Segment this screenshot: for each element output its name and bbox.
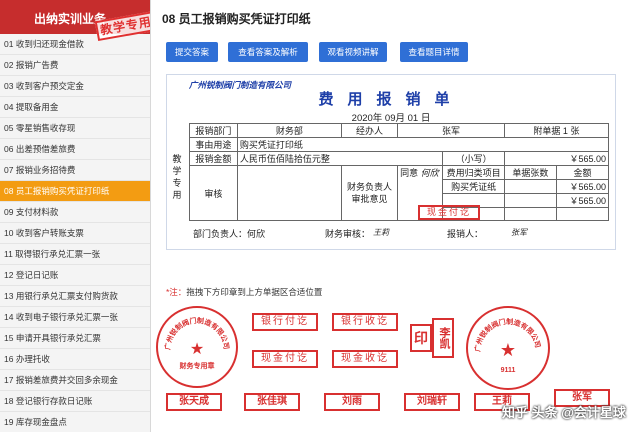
question-detail-button[interactable]: 查看题目详情	[400, 42, 468, 62]
sidebar-item[interactable]: 07 报销业务招待费	[0, 160, 150, 181]
amount-small-label: （小写）	[442, 151, 505, 166]
dept-value[interactable]: 财务部	[236, 123, 342, 138]
sidebar-item[interactable]: 15 申请开具银行承兑汇票	[0, 328, 150, 349]
svg-text:财务专用章: 财务专用章	[179, 361, 215, 370]
payee-name: 张军	[511, 228, 527, 237]
note-text: 拖拽下方印章到上方单据区合适位置	[186, 287, 323, 297]
sidebar-item[interactable]: 13 用银行承兑汇票支付购货款	[0, 286, 150, 307]
category-value[interactable]: 购买凭证纸	[442, 179, 505, 194]
sidebar-item[interactable]: 19 库存现金盘点	[0, 412, 150, 432]
expense-voucher: 广州锐制阀门制造有限公司 费用报销单 2020年 09月 01 日 教学专用 报…	[166, 74, 616, 250]
sidebar-item[interactable]: 11 取得银行承兑汇票一张	[0, 244, 150, 265]
note-star: *注：	[166, 287, 187, 297]
star-icon: ★	[500, 340, 516, 360]
count-row-2[interactable]	[503, 193, 557, 208]
bank-received-stamp[interactable]: 银行收讫	[332, 313, 398, 331]
sidebar-item[interactable]: 10 收到客户转账支票	[0, 223, 150, 244]
category-amount[interactable]: ￥565.00	[555, 179, 610, 194]
finance-reviewer: 王莉	[373, 228, 389, 237]
total-amount[interactable]: ￥565.00	[555, 193, 610, 208]
finance-opinion-label: 财务负责人审批意见	[340, 165, 399, 221]
sidebar-item[interactable]: 08 员工报销购买凭证打印纸	[0, 181, 150, 202]
name-stamp-liu-ruixuan[interactable]: 刘瑞轩	[404, 393, 460, 411]
teaching-label: 教学专用	[172, 154, 182, 200]
sidebar-header: 出纳实训业务 教学专用	[0, 0, 150, 42]
doc-count-label: 单据张数	[503, 165, 557, 180]
stamp-note: *注：拖拽下方印章到上方单据区合适位置	[166, 286, 322, 298]
purpose-value[interactable]: 购买凭证打印纸	[236, 137, 610, 152]
cash-paid-stamp-placed[interactable]: 现金付讫	[418, 205, 480, 220]
handler-label: 经办人	[340, 123, 399, 138]
sidebar: 出纳实训业务 教学专用 01 收到归还现金借款 02 报销广告费 03 收到客户预交…	[0, 0, 151, 432]
voucher-heading: 费用报销单	[318, 91, 464, 108]
dept-label: 报销部门	[189, 123, 238, 138]
personal-seal-stamp[interactable]: 印 李凯	[410, 318, 454, 358]
category-label: 费用归类项目	[442, 165, 505, 180]
finance-review-label: 财务审核：	[325, 229, 371, 239]
sidebar-item[interactable]: 18 登记银行存款日记账	[0, 391, 150, 412]
name-stamp-liu-yu[interactable]: 刘雨	[324, 393, 380, 411]
voucher-date: 2020年 09月 01 日	[351, 113, 431, 124]
name-stamp-zhang-jiaqi[interactable]: 张佳琪	[244, 393, 300, 411]
review-cell[interactable]	[236, 165, 342, 221]
category-count[interactable]	[503, 179, 557, 194]
amount-row-3[interactable]	[555, 207, 610, 221]
finance-seal-graphic: 广州锐制阀门制造有限公司 ★ 财务专用章	[163, 316, 230, 370]
agree-text: 同意	[400, 168, 419, 178]
amount-col-label: 金额	[555, 165, 610, 180]
bank-paid-stamp[interactable]: 银行付讫	[252, 313, 318, 331]
cash-received-stamp[interactable]: 现金收讫	[332, 350, 398, 368]
seal-right: 李凯	[432, 318, 454, 358]
sidebar-item[interactable]: 09 支付材料款	[0, 202, 150, 223]
seal-left: 印	[410, 324, 432, 352]
dept-head: 部门负责人：何欣	[193, 229, 266, 239]
count-row-3[interactable]	[503, 207, 557, 221]
watermark: 知乎 头条 @会计星球	[502, 405, 626, 420]
submit-answer-button[interactable]: 提交答案	[166, 42, 218, 62]
sidebar-item[interactable]: 17 报销差旅费并交回多余现金	[0, 370, 150, 391]
star-icon: ★	[190, 341, 204, 358]
voucher-table: 报销部门 财务部 经办人 张军 附单据 1 张 事由用途 购买凭证打印纸 报销金…	[189, 123, 610, 221]
sidebar-item[interactable]: 02 报销广告费	[0, 55, 150, 76]
company-seal-graphic: 广州锐制阀门制造有限公司 ★ 9111	[473, 317, 542, 374]
amount-label: 报销金额	[189, 151, 238, 166]
sidebar-item[interactable]: 16 办理托收	[0, 349, 150, 370]
sidebar-item[interactable]: 03 收到客户预交定金	[0, 76, 150, 97]
sidebar-item[interactable]: 01 收到归还现金借款	[0, 34, 150, 55]
amount-number[interactable]: ￥565.00	[503, 151, 610, 166]
sidebar-item[interactable]: 04 提取备用金	[0, 97, 150, 118]
watch-video-button[interactable]: 观看视频讲解	[319, 42, 387, 62]
main-content: 08 员工报销购买凭证打印纸 提交答案 查看答案及解析 观看视频讲解 查看题目详…	[152, 0, 640, 432]
attachments: 附单据 1 张	[503, 123, 610, 138]
agree-name: 何欣	[420, 168, 439, 178]
review-label: 审核	[189, 165, 238, 221]
svg-text:9111: 9111	[501, 367, 516, 374]
name-stamp-zhang-tiancheng[interactable]: 张天成	[166, 393, 222, 411]
purpose-label: 事由用途	[189, 137, 238, 152]
payee-label: 报销人：	[447, 229, 484, 239]
sidebar-item[interactable]: 05 零星销售收存现	[0, 118, 150, 139]
page-title: 08 员工报销购买凭证打印纸	[162, 12, 311, 26]
handler-value[interactable]: 张军	[397, 123, 505, 138]
amount-words[interactable]: 人民币伍佰陆拾伍元整	[236, 151, 444, 166]
cash-paid-stamp[interactable]: 现金付讫	[252, 350, 318, 368]
sidebar-list: 01 收到归还现金借款 02 报销广告费 03 收到客户预交定金 04 提取备用金 05…	[0, 34, 150, 432]
finance-seal-stamp[interactable]: 广州锐制阀门制造有限公司 ★ 财务专用章	[156, 306, 238, 388]
sidebar-item[interactable]: 14 收到电子银行承兑汇票一张	[0, 307, 150, 328]
company-seal-stamp[interactable]: 广州锐制阀门制造有限公司 ★ 9111	[466, 306, 550, 390]
sidebar-item[interactable]: 06 出差预借差旅费	[0, 139, 150, 160]
sidebar-item[interactable]: 12 登记日记账	[0, 265, 150, 286]
view-answer-button[interactable]: 查看答案及解析	[228, 42, 308, 62]
